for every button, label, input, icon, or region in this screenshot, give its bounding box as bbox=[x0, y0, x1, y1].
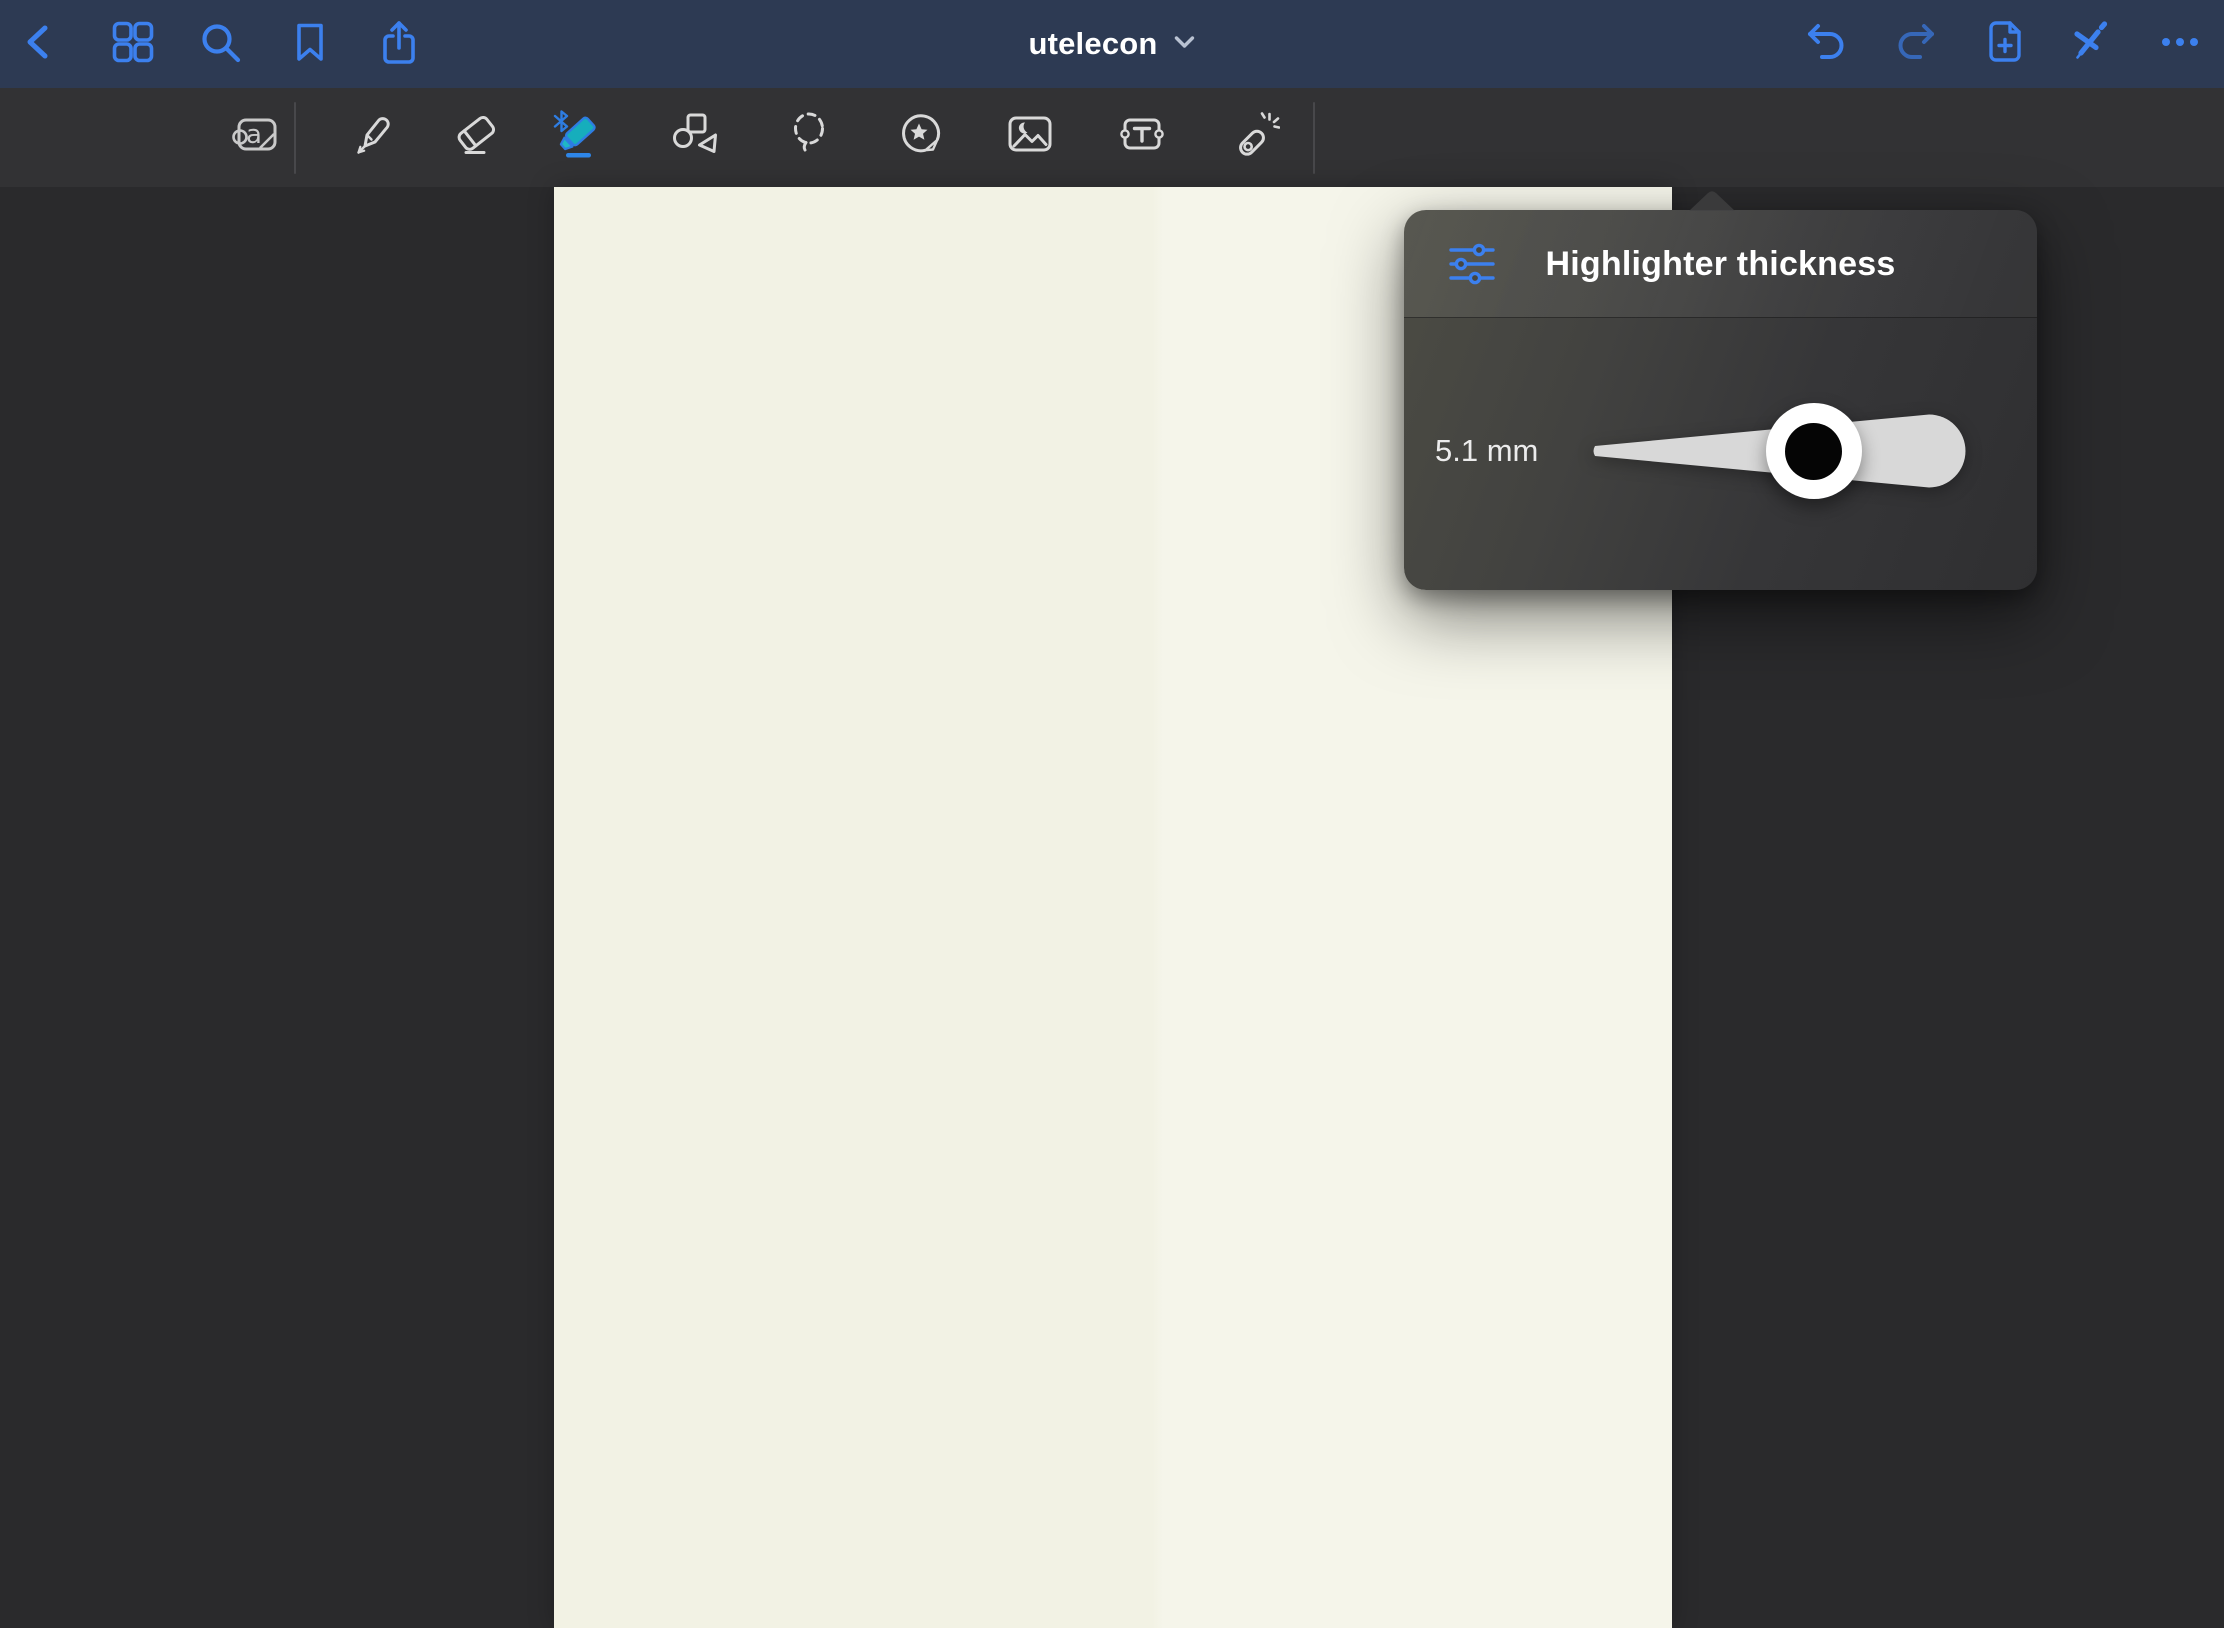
back-button[interactable] bbox=[8, 0, 72, 88]
thickness-slider-thumb-core bbox=[1785, 423, 1842, 480]
tool-laser-pointer[interactable] bbox=[1218, 88, 1294, 187]
lasso-icon bbox=[786, 111, 834, 164]
redo-icon bbox=[1893, 19, 1937, 70]
share-icon bbox=[377, 19, 421, 70]
tool-stickers[interactable] bbox=[883, 88, 959, 187]
tool-image[interactable] bbox=[992, 88, 1068, 187]
svg-text:a: a bbox=[246, 120, 262, 150]
tool-text[interactable] bbox=[1104, 88, 1180, 187]
sticker-star-icon bbox=[897, 111, 945, 164]
canvas-area: Highlighter thickness 5.1 mm bbox=[0, 187, 2224, 1628]
pages-overview-button[interactable] bbox=[101, 0, 165, 88]
toolbar-divider bbox=[1313, 102, 1315, 174]
stylus-mode-button[interactable] bbox=[2058, 0, 2122, 88]
zoom-window-icon: a bbox=[232, 111, 280, 164]
toolbar-divider bbox=[294, 102, 296, 174]
shapes-icon bbox=[672, 111, 720, 164]
highlighter-icon bbox=[552, 110, 602, 165]
undo-button[interactable] bbox=[1795, 0, 1859, 88]
tool-highlighter[interactable] bbox=[539, 88, 615, 187]
back-chevron-icon bbox=[18, 20, 62, 69]
bookmark-button[interactable] bbox=[278, 0, 342, 88]
search-button[interactable] bbox=[188, 0, 252, 88]
image-icon bbox=[1006, 111, 1054, 164]
text-icon bbox=[1118, 111, 1166, 164]
redo-button[interactable] bbox=[1883, 0, 1947, 88]
laser-pointer-icon bbox=[1232, 111, 1280, 164]
thickness-slider[interactable] bbox=[1592, 411, 1970, 491]
grid-icon bbox=[111, 20, 155, 69]
drawing-toolbar: a bbox=[0, 88, 2224, 187]
popover-caret bbox=[1688, 189, 1736, 211]
tool-lasso[interactable] bbox=[772, 88, 848, 187]
highlighter-thickness-popover: Highlighter thickness 5.1 mm bbox=[1404, 210, 2037, 590]
app-screen: utelecon bbox=[0, 0, 2224, 1628]
popover-title: Highlighter thickness bbox=[1404, 210, 2037, 318]
search-icon bbox=[198, 20, 242, 69]
tool-pen[interactable] bbox=[329, 88, 405, 187]
tool-eraser[interactable] bbox=[439, 88, 515, 187]
undo-icon bbox=[1805, 19, 1849, 70]
add-page-icon bbox=[1983, 19, 2027, 70]
add-page-button[interactable] bbox=[1973, 0, 2037, 88]
tool-zoom-window[interactable]: a bbox=[218, 88, 294, 187]
top-navigation-bar: utelecon bbox=[0, 0, 2224, 88]
thickness-slider-thumb[interactable] bbox=[1766, 403, 1862, 499]
tool-shapes[interactable] bbox=[658, 88, 734, 187]
bluetooth-icon bbox=[555, 112, 567, 132]
eraser-icon bbox=[453, 111, 501, 164]
document-title-menu[interactable]: utelecon bbox=[1028, 0, 1195, 88]
page-title: utelecon bbox=[1028, 26, 1157, 62]
popover-header: Highlighter thickness bbox=[1404, 210, 2037, 318]
chevron-down-icon bbox=[1174, 35, 1196, 54]
thickness-value: 5.1 mm bbox=[1435, 432, 1538, 470]
share-button[interactable] bbox=[367, 0, 431, 88]
pen-icon bbox=[343, 111, 391, 164]
more-button[interactable] bbox=[2148, 0, 2212, 88]
ellipsis-icon bbox=[2158, 20, 2202, 69]
bookmark-icon bbox=[288, 20, 332, 69]
crossed-pen-icon bbox=[2068, 20, 2112, 69]
